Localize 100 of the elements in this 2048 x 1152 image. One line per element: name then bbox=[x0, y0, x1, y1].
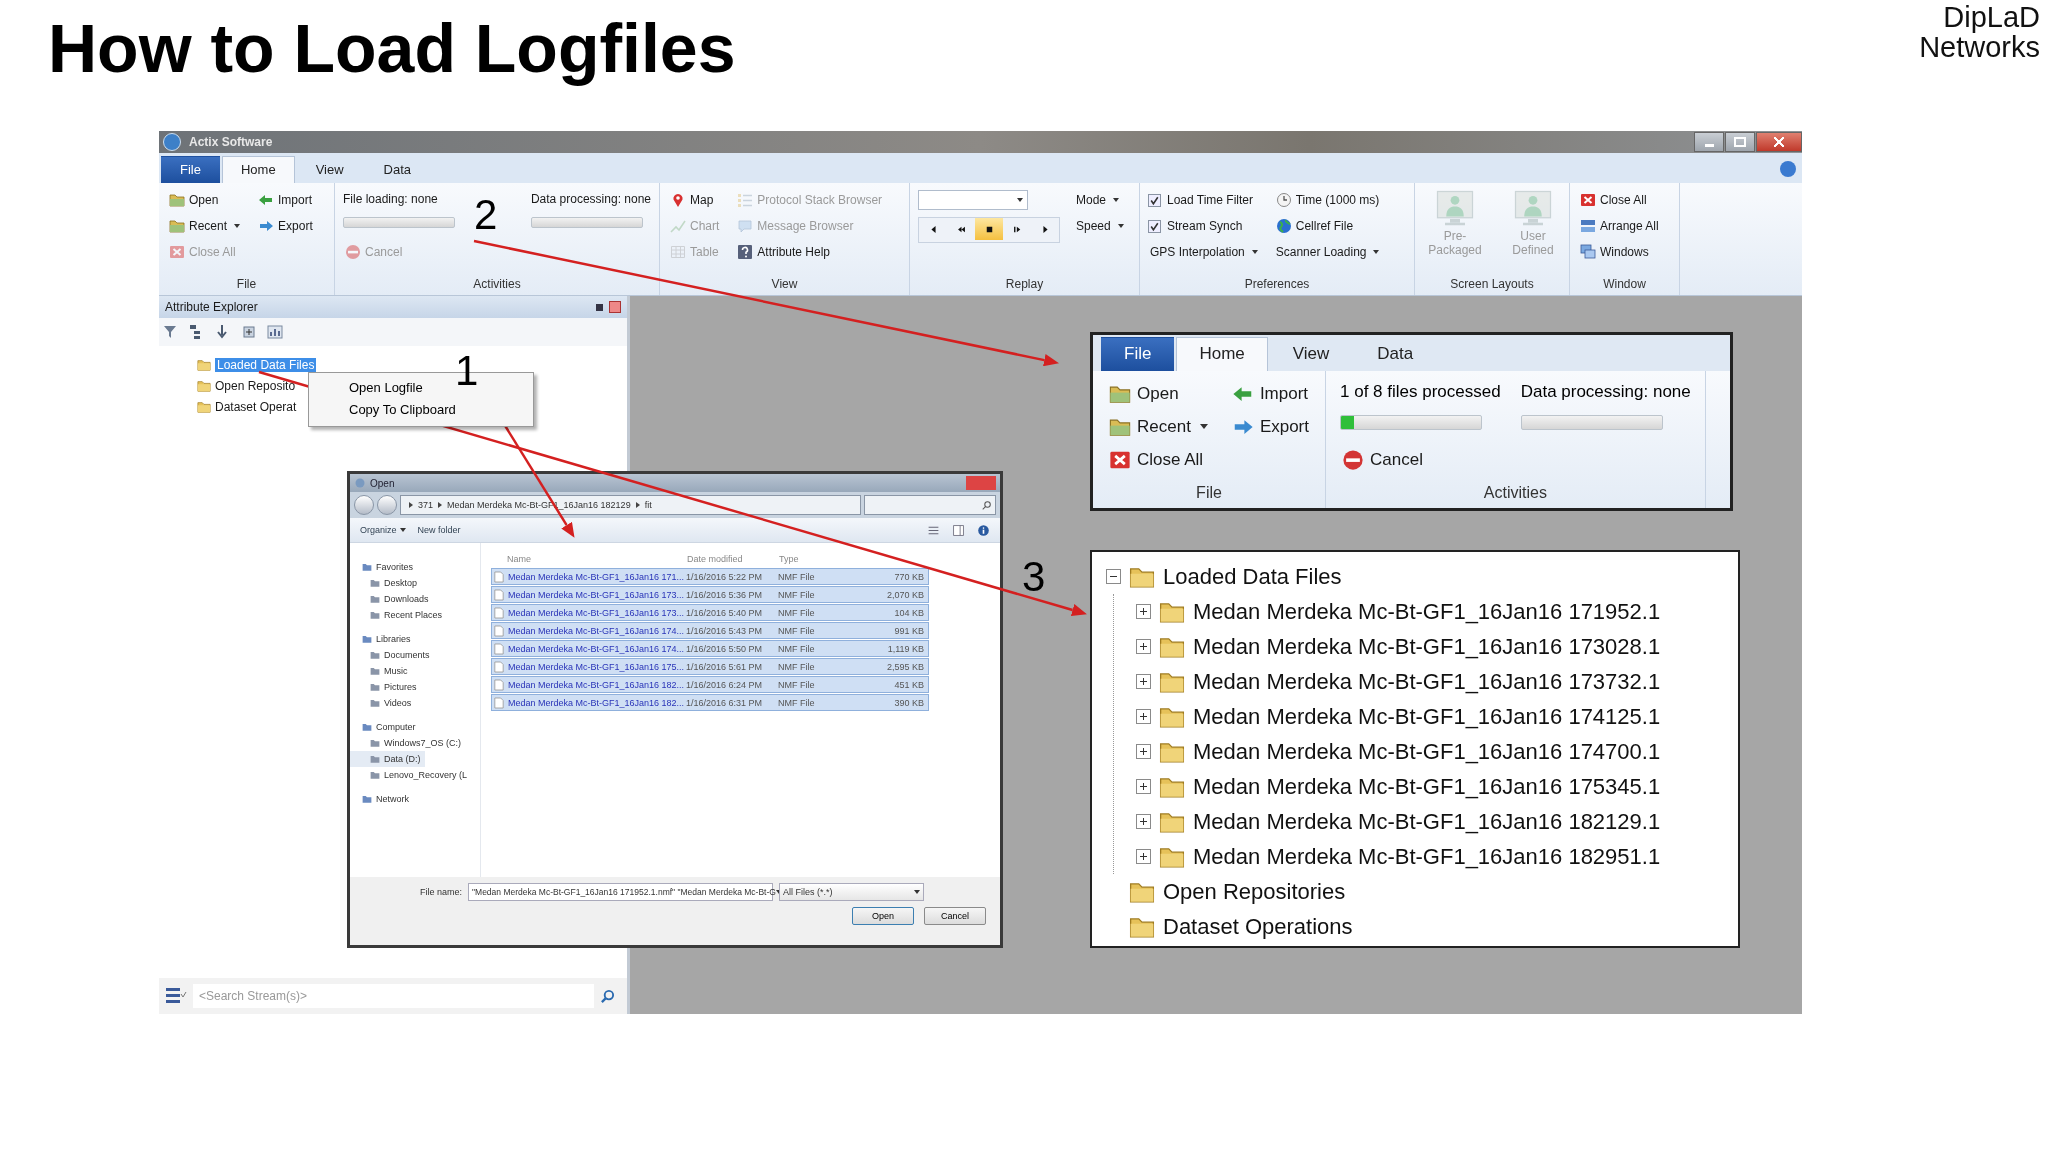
expander-icon[interactable] bbox=[1106, 569, 1121, 584]
checkbox[interactable] bbox=[1148, 193, 1161, 207]
nav-item[interactable]: Computer bbox=[350, 719, 420, 735]
column-header[interactable]: Type bbox=[779, 554, 863, 564]
expander-icon[interactable] bbox=[1136, 779, 1151, 794]
ribbon-button[interactable]: Import bbox=[256, 187, 315, 213]
ribbon-button[interactable]: Map bbox=[668, 187, 722, 213]
ribbon-button[interactable]: Import bbox=[1229, 377, 1311, 410]
expander-icon[interactable] bbox=[1136, 849, 1151, 864]
expander-icon[interactable] bbox=[1136, 639, 1151, 654]
tab[interactable]: View bbox=[296, 156, 363, 183]
tree-item[interactable]: Medan Merdeka Mc-Bt-GF1_16Jan16 182129.1 bbox=[1136, 804, 1738, 839]
close-icon[interactable] bbox=[609, 301, 621, 313]
add-icon[interactable] bbox=[241, 324, 257, 340]
dropdown-field[interactable] bbox=[918, 190, 1028, 210]
file-row[interactable]: Medan Merdeka Mc-Bt-GF1_16Jan16 171... 1/16/2016 5:22 PM NMF File 770 KB bbox=[491, 568, 929, 585]
file-row[interactable]: Medan Merdeka Mc-Bt-GF1_16Jan16 182... 1/16/2016 6:24 PM NMF File 451 KB bbox=[491, 676, 929, 693]
nav-item[interactable]: Downloads bbox=[350, 591, 433, 607]
nav-item[interactable]: Videos bbox=[350, 695, 416, 711]
nav-item[interactable]: Favorites bbox=[350, 559, 417, 575]
nav-item[interactable]: Lenovo_Recovery (L bbox=[350, 767, 472, 783]
ribbon-button[interactable]: Open bbox=[167, 187, 243, 213]
checkbox[interactable] bbox=[1148, 219, 1161, 233]
tree-item[interactable]: Medan Merdeka Mc-Bt-GF1_16Jan16 173028.1 bbox=[1136, 629, 1738, 664]
tree-item[interactable]: Dataset Operations bbox=[1106, 909, 1738, 944]
nav-item[interactable]: Data (D:) bbox=[350, 751, 425, 767]
tree-item[interactable]: Open Repositories bbox=[1106, 874, 1738, 909]
expander-icon[interactable] bbox=[1136, 604, 1151, 619]
toolbar-button[interactable]: New folder bbox=[417, 525, 461, 535]
media-button[interactable] bbox=[975, 218, 1003, 240]
file-row[interactable]: Medan Merdeka Mc-Bt-GF1_16Jan16 173... 1/16/2016 5:40 PM NMF File 104 KB bbox=[491, 604, 929, 621]
maximize-button[interactable] bbox=[1725, 132, 1755, 152]
checkbox-option[interactable]: Stream Synch bbox=[1148, 213, 1260, 239]
ribbon-button[interactable]: Close All bbox=[1107, 443, 1210, 476]
nav-item[interactable]: Network bbox=[350, 791, 413, 807]
back-button[interactable] bbox=[354, 495, 374, 515]
menu-item[interactable]: Copy To Clipboard bbox=[309, 399, 533, 421]
ribbon-button[interactable]: Windows bbox=[1578, 239, 1661, 265]
ribbon-button[interactable]: Export bbox=[1229, 410, 1311, 443]
toolbar-button[interactable]: Organize bbox=[360, 525, 406, 535]
close-button[interactable] bbox=[1756, 132, 1802, 152]
file-row[interactable]: Medan Merdeka Mc-Bt-GF1_16Jan16 182... 1/16/2016 6:31 PM NMF File 390 KB bbox=[491, 694, 929, 711]
column-header[interactable]: Date modified bbox=[687, 554, 779, 564]
tab[interactable]: View bbox=[1269, 337, 1353, 371]
checkbox-option[interactable]: Load Time Filter bbox=[1148, 187, 1260, 213]
pane-icon[interactable] bbox=[952, 523, 965, 537]
filter-icon[interactable] bbox=[163, 324, 179, 340]
nav-item[interactable]: Documents bbox=[350, 647, 434, 663]
tree-item[interactable]: Medan Merdeka Mc-Bt-GF1_16Jan16 175345.1 bbox=[1136, 769, 1738, 804]
expander-icon[interactable] bbox=[1136, 744, 1151, 759]
tree-item[interactable]: Medan Merdeka Mc-Bt-GF1_16Jan16 174125.1 bbox=[1136, 699, 1738, 734]
ribbon-button[interactable]: Arrange All bbox=[1578, 213, 1661, 239]
nav-item[interactable]: Desktop bbox=[350, 575, 422, 591]
tree-item[interactable]: Medan Merdeka Mc-Bt-GF1_16Jan16 171952.1 bbox=[1136, 594, 1738, 629]
ribbon-button[interactable]: Close All bbox=[1578, 187, 1661, 213]
nav-item[interactable]: Pictures bbox=[350, 679, 421, 695]
expander-icon[interactable] bbox=[1136, 674, 1151, 689]
search-icon[interactable] bbox=[600, 988, 615, 1004]
search-field[interactable] bbox=[864, 495, 996, 515]
nav-item[interactable]: Libraries bbox=[350, 631, 415, 647]
tab[interactable]: Data bbox=[1354, 337, 1437, 371]
file-row[interactable]: Medan Merdeka Mc-Bt-GF1_16Jan16 174... 1/16/2016 5:43 PM NMF File 991 KB bbox=[491, 622, 929, 639]
ribbon-button[interactable]: Cellref File bbox=[1273, 213, 1382, 239]
ribbon-button[interactable]: Speed bbox=[1074, 213, 1126, 239]
nav-item[interactable]: Windows7_OS (C:) bbox=[350, 735, 466, 751]
ribbon-button[interactable]: Cancel bbox=[1340, 443, 1501, 476]
tab[interactable]: File bbox=[161, 156, 220, 183]
dialog-button[interactable]: Cancel bbox=[924, 907, 986, 925]
tree-item[interactable]: Medan Merdeka Mc-Bt-GF1_16Jan16 174700.1 bbox=[1136, 734, 1738, 769]
ribbon-button[interactable]: Time (1000 ms) bbox=[1273, 187, 1382, 213]
tab[interactable]: Data bbox=[364, 156, 431, 183]
help-icon[interactable] bbox=[977, 523, 990, 537]
nav-item[interactable]: Music bbox=[350, 663, 412, 679]
expander-icon[interactable] bbox=[1136, 814, 1151, 829]
tree-item[interactable]: Dataset Operat bbox=[197, 396, 297, 417]
file-row[interactable]: Medan Merdeka Mc-Bt-GF1_16Jan16 174... 1/16/2016 5:50 PM NMF File 1,119 KB bbox=[491, 640, 929, 657]
file-type-dropdown[interactable]: All Files (*.*) bbox=[779, 883, 925, 901]
tab[interactable]: File bbox=[1101, 337, 1175, 371]
search-field[interactable]: <Search Stream(s)> bbox=[193, 984, 594, 1008]
ribbon-button[interactable]: Mode bbox=[1074, 187, 1126, 213]
tab[interactable]: Home bbox=[221, 156, 295, 183]
ribbon-button[interactable]: Open bbox=[1107, 377, 1210, 410]
tree-item[interactable]: Medan Merdeka Mc-Bt-GF1_16Jan16 173732.1 bbox=[1136, 664, 1738, 699]
ribbon-button[interactable]: GPS Interpolation bbox=[1148, 239, 1260, 265]
help-icon[interactable] bbox=[1780, 161, 1796, 177]
tree-item[interactable]: Medan Merdeka Mc-Bt-GF1_16Jan16 182951.1 bbox=[1136, 839, 1738, 874]
chart-icon[interactable] bbox=[267, 324, 283, 340]
tree-item[interactable]: Loaded Data Files bbox=[1106, 559, 1738, 594]
file-row[interactable]: Medan Merdeka Mc-Bt-GF1_16Jan16 175... 1/16/2016 5:61 PM NMF File 2,595 KB bbox=[491, 658, 929, 675]
expander-icon[interactable] bbox=[1136, 709, 1151, 724]
ribbon-button[interactable]: Recent bbox=[167, 213, 243, 239]
nav-item[interactable]: Recent Places bbox=[350, 607, 447, 623]
tree-item[interactable]: Open Reposito bbox=[197, 375, 296, 396]
ribbon-button[interactable]: Export bbox=[256, 213, 315, 239]
dialog-button[interactable]: Open bbox=[852, 907, 914, 925]
ribbon-button[interactable]: Recent bbox=[1107, 410, 1210, 443]
file-row[interactable]: Medan Merdeka Mc-Bt-GF1_16Jan16 173... 1/16/2016 5:36 PM NMF File 2,070 KB bbox=[491, 586, 929, 603]
minimize-button[interactable] bbox=[1694, 132, 1724, 152]
tab[interactable]: Home bbox=[1176, 337, 1268, 371]
forward-button[interactable] bbox=[377, 495, 397, 515]
